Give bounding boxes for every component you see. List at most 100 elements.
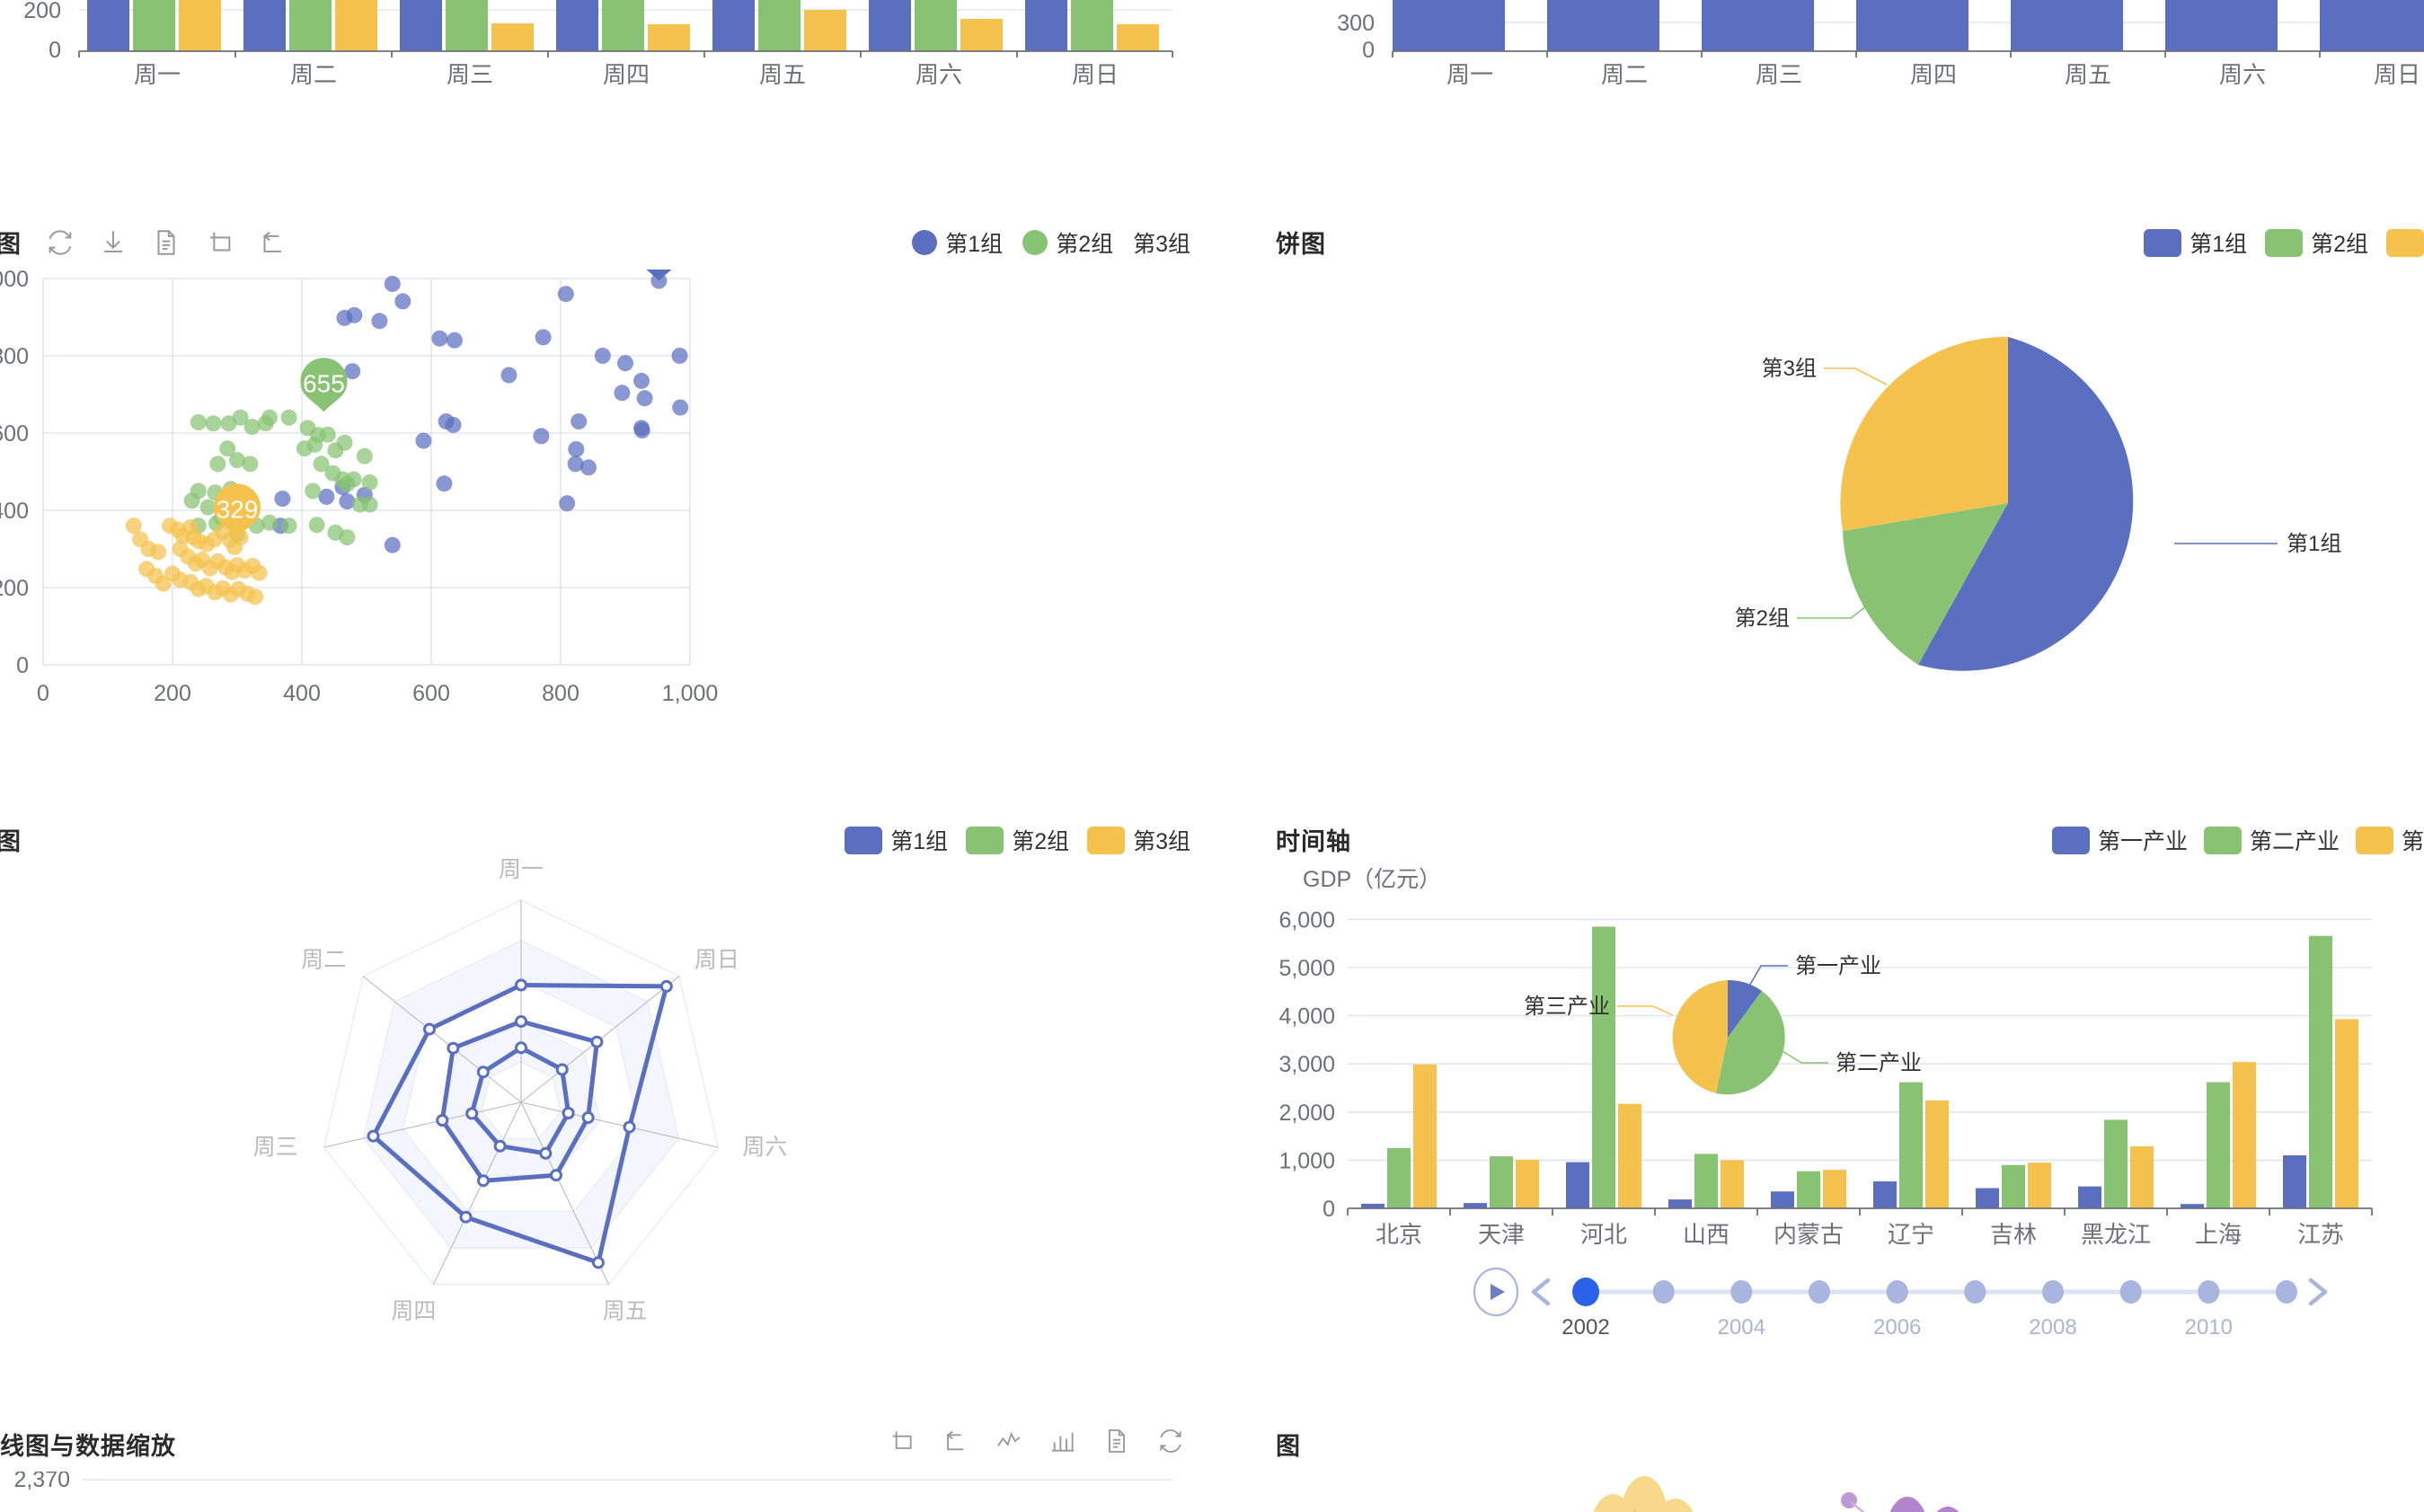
bar[interactable]	[2130, 1145, 2154, 1208]
scatter-point[interactable]	[205, 415, 222, 432]
bar[interactable]	[179, 0, 221, 51]
radar-point[interactable]	[581, 1111, 595, 1124]
prev-icon[interactable]	[1531, 1278, 1551, 1306]
radar-point[interactable]	[436, 1114, 449, 1127]
play-icon[interactable]	[1491, 1284, 1505, 1300]
bar[interactable]	[602, 0, 644, 51]
bar[interactable]	[1823, 1170, 1846, 1208]
scatter-point[interactable]	[431, 330, 448, 347]
legend-item-group1[interactable]: 第1组	[912, 226, 1003, 259]
scatter-point[interactable]	[371, 313, 388, 330]
radar-point[interactable]	[659, 979, 673, 993]
scatter-point[interactable]	[568, 441, 585, 458]
scatter-legend[interactable]: 第1组 第2组 第3组	[912, 226, 1190, 259]
graph-cluster-yellow[interactable]	[1590, 1476, 1698, 1512]
radar-legend[interactable]: 第1组 第2组 第3组	[845, 824, 1190, 856]
bar[interactable]	[289, 0, 332, 51]
bar[interactable]	[1899, 1082, 1923, 1208]
bar[interactable]	[400, 0, 442, 51]
scatter-point[interactable]	[242, 455, 259, 473]
bar[interactable]	[960, 19, 1003, 51]
bar[interactable]	[1592, 926, 1615, 1209]
legend-item-group1[interactable]: 第1组	[845, 824, 948, 856]
bar[interactable]	[1413, 1064, 1437, 1208]
bar[interactable]	[1516, 1159, 1539, 1208]
scatter-point[interactable]	[361, 496, 378, 513]
bar[interactable]	[133, 0, 175, 51]
magic-type-icon[interactable]	[204, 227, 234, 258]
bar[interactable]	[804, 10, 846, 51]
bar[interactable]	[1873, 1181, 1897, 1208]
data-view-icon[interactable]	[151, 227, 181, 258]
legend-item-group1[interactable]: 第1组	[2144, 226, 2247, 259]
timeline-dot[interactable]	[1730, 1280, 1753, 1304]
bar[interactable]	[556, 0, 598, 51]
bar[interactable]	[2011, 0, 2123, 51]
legend-item-group2[interactable]: 第2组	[1022, 226, 1113, 259]
scatter-point[interactable]	[559, 495, 576, 512]
scatter-point[interactable]	[394, 293, 411, 310]
radar-point[interactable]	[562, 1107, 575, 1119]
scatter-point[interactable]	[308, 517, 325, 534]
bar[interactable]	[1771, 1191, 1794, 1208]
bar[interactable]	[869, 0, 911, 51]
scatter-point[interactable]	[280, 409, 297, 426]
bar[interactable]	[87, 0, 129, 51]
scatter-point[interactable]	[384, 536, 401, 553]
scatter-point[interactable]	[339, 475, 356, 492]
bar[interactable]	[1566, 1162, 1589, 1208]
bar-chart-icon[interactable]	[1048, 1427, 1077, 1455]
scatter-point[interactable]	[594, 348, 611, 364]
bar[interactable]	[1387, 1148, 1411, 1208]
radar-point[interactable]	[539, 1146, 553, 1160]
legend-item-primary[interactable]: 第一产业	[2051, 824, 2188, 856]
timeline-dot[interactable]	[2276, 1280, 2297, 1304]
bar[interactable]	[2283, 1155, 2306, 1208]
bar[interactable]	[712, 0, 755, 51]
pie-legend[interactable]: 第1组 第2组	[2144, 226, 2424, 259]
scatter-point[interactable]	[500, 367, 518, 384]
legend-item-group3[interactable]: 第3组	[1087, 824, 1190, 856]
bar[interactable]	[1668, 1199, 1692, 1208]
radar-point[interactable]	[465, 1107, 479, 1120]
radar-point[interactable]	[515, 1041, 527, 1055]
scatter-point[interactable]	[190, 414, 207, 430]
scatter-point[interactable]	[436, 475, 453, 492]
bar[interactable]	[243, 0, 286, 51]
bar[interactable]	[2165, 0, 2278, 51]
scatter-point[interactable]	[557, 286, 574, 303]
graph-cluster-purple[interactable]	[1841, 1492, 1968, 1512]
bar[interactable]	[758, 0, 801, 51]
pie-slice-group3[interactable]	[1840, 336, 2008, 531]
radar-point[interactable]	[459, 1210, 473, 1224]
bar[interactable]	[1925, 1100, 1949, 1208]
magic-type-icon[interactable]	[887, 1427, 916, 1455]
scatter-point[interactable]	[356, 447, 373, 464]
legend-item-group2[interactable]: 第2组	[966, 824, 1069, 856]
radar-point[interactable]	[550, 1169, 562, 1182]
scatter-point[interactable]	[633, 372, 650, 389]
timeline-dot[interactable]	[1886, 1280, 1908, 1304]
radar-point[interactable]	[515, 978, 527, 992]
scatter-point[interactable]	[336, 434, 353, 451]
scatter-point[interactable]	[209, 455, 226, 473]
radar-point[interactable]	[515, 1015, 527, 1028]
scatter-point[interactable]	[150, 544, 167, 561]
scatter-point[interactable]	[319, 426, 336, 443]
radar-point[interactable]	[493, 1139, 507, 1153]
restore-icon[interactable]	[257, 227, 288, 258]
pie-chart-svg[interactable]: 第1组 第2组 第3组	[1258, 279, 2424, 710]
bar[interactable]	[1071, 0, 1113, 51]
scatter-point[interactable]	[580, 459, 597, 476]
scatter-point[interactable]	[339, 529, 356, 546]
bar[interactable]	[915, 0, 957, 51]
scatter-point[interactable]	[415, 432, 432, 449]
bar[interactable]	[1393, 0, 1505, 51]
bar[interactable]	[2233, 1062, 2256, 1208]
legend-item-group3[interactable]: 第3组	[1133, 226, 1190, 259]
scatter-point[interactable]	[533, 428, 550, 445]
inset-pie-slice-tertiary[interactable]	[1672, 980, 1728, 1093]
timeline-dot-active[interactable]	[1572, 1278, 1599, 1306]
bar[interactable]	[2207, 1082, 2230, 1208]
bar[interactable]	[2078, 1186, 2101, 1208]
